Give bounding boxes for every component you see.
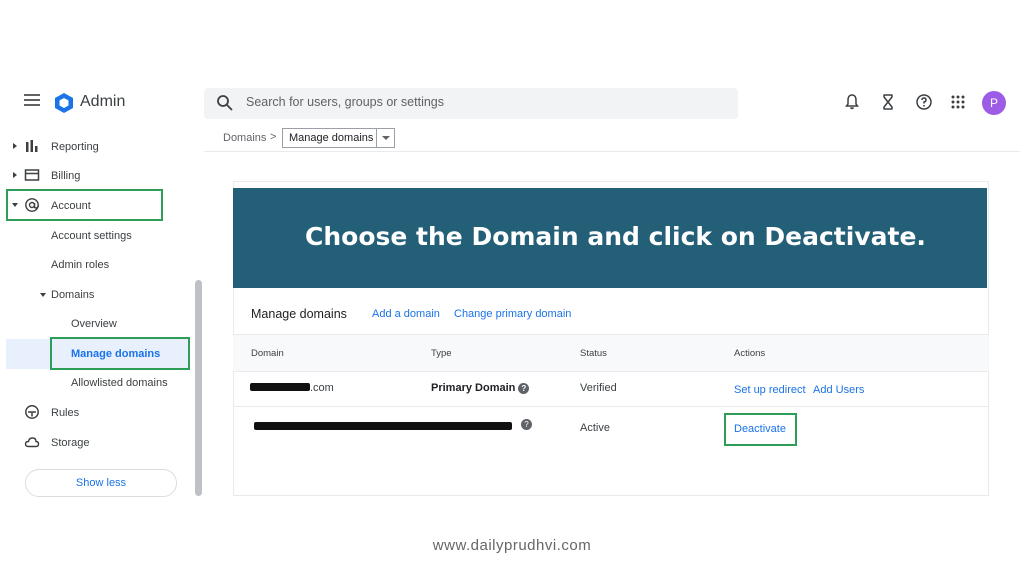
expand-arrow-icon[interactable] <box>13 143 17 149</box>
add-users-link[interactable]: Add Users <box>813 384 864 396</box>
help-icon[interactable]: ? <box>521 418 532 430</box>
cloud-icon <box>24 437 40 448</box>
sidebar-item-domains[interactable]: Domains <box>51 289 94 301</box>
manage-domains-highlight-box <box>50 337 190 370</box>
search-icon <box>217 95 233 111</box>
column-header-type: Type <box>431 348 452 359</box>
card-title: Manage domains <box>251 307 347 321</box>
breadcrumb-manage-domains-select[interactable]: Manage domains <box>282 128 395 148</box>
deactivate-highlight-box <box>724 413 797 446</box>
notifications-icon[interactable] <box>843 93 861 111</box>
bar-chart-icon <box>26 140 38 152</box>
sidebar-item-billing[interactable]: Billing <box>51 170 80 182</box>
account-highlight-box <box>6 189 163 221</box>
sidebar-item-admin-roles[interactable]: Admin roles <box>51 259 109 271</box>
set-up-redirect-link[interactable]: Set up redirect <box>734 384 806 396</box>
credit-card-icon <box>24 169 40 181</box>
sidebar-item-reporting[interactable]: Reporting <box>51 141 99 153</box>
change-primary-domain-link[interactable]: Change primary domain <box>454 308 571 320</box>
search-bar[interactable]: Search for users, groups or settings <box>204 88 738 119</box>
column-header-domain: Domain <box>251 348 284 359</box>
add-domain-link[interactable]: Add a domain <box>372 308 440 320</box>
sidebar-item-storage[interactable]: Storage <box>51 437 90 449</box>
breadcrumb-domains[interactable]: Domains <box>223 132 266 144</box>
show-less-button[interactable]: Show less <box>25 469 177 497</box>
breadcrumb-current: Manage domains <box>289 132 374 144</box>
sidebar-item-overview[interactable]: Overview <box>71 318 117 330</box>
sidebar-scrollbar[interactable] <box>195 280 202 496</box>
redacted-domain <box>250 383 310 391</box>
expand-arrow-icon[interactable] <box>13 172 17 178</box>
rules-icon <box>25 405 39 419</box>
footer-url: www.dailyprudhvi.com <box>432 537 592 554</box>
sidebar-item-allowlisted-domains[interactable]: Allowlisted domains <box>71 377 168 389</box>
collapse-arrow-icon[interactable] <box>40 293 46 297</box>
chevron-down-icon[interactable] <box>376 129 394 147</box>
help-icon[interactable]: ? <box>518 382 530 394</box>
sidebar-item-account-settings[interactable]: Account settings <box>51 230 132 242</box>
divider <box>233 371 989 372</box>
domain-cell[interactable]: .com <box>310 382 334 394</box>
column-header-status: Status <box>580 348 607 359</box>
column-header-actions: Actions <box>734 348 766 359</box>
status-cell: Verified <box>580 382 617 394</box>
divider <box>233 334 989 335</box>
domain-type-cell: Primary Domain? <box>431 382 530 394</box>
help-icon[interactable] <box>915 93 933 111</box>
search-input[interactable]: Search for users, groups or settings <box>246 95 444 109</box>
status-cell: Active <box>580 422 610 434</box>
table-header-row <box>233 335 989 371</box>
admin-logo-icon <box>55 93 73 113</box>
header-divider <box>204 151 1020 152</box>
main-menu-icon[interactable] <box>24 94 40 108</box>
avatar[interactable]: P <box>982 91 1006 115</box>
redacted-domain <box>254 422 512 430</box>
app-title[interactable]: Admin <box>80 93 125 111</box>
domain-type-cell: ? <box>518 418 532 430</box>
banner-text: Choose the Domain and click on Deactivat… <box>305 222 926 251</box>
breadcrumb-separator: > <box>270 131 277 143</box>
sidebar-item-rules[interactable]: Rules <box>51 407 79 419</box>
divider <box>233 406 989 407</box>
tasks-hourglass-icon[interactable] <box>879 93 897 111</box>
instruction-banner: Choose the Domain and click on Deactivat… <box>233 188 987 288</box>
apps-grid-icon[interactable] <box>949 93 967 111</box>
domain-type-text: Primary Domain <box>431 382 516 394</box>
